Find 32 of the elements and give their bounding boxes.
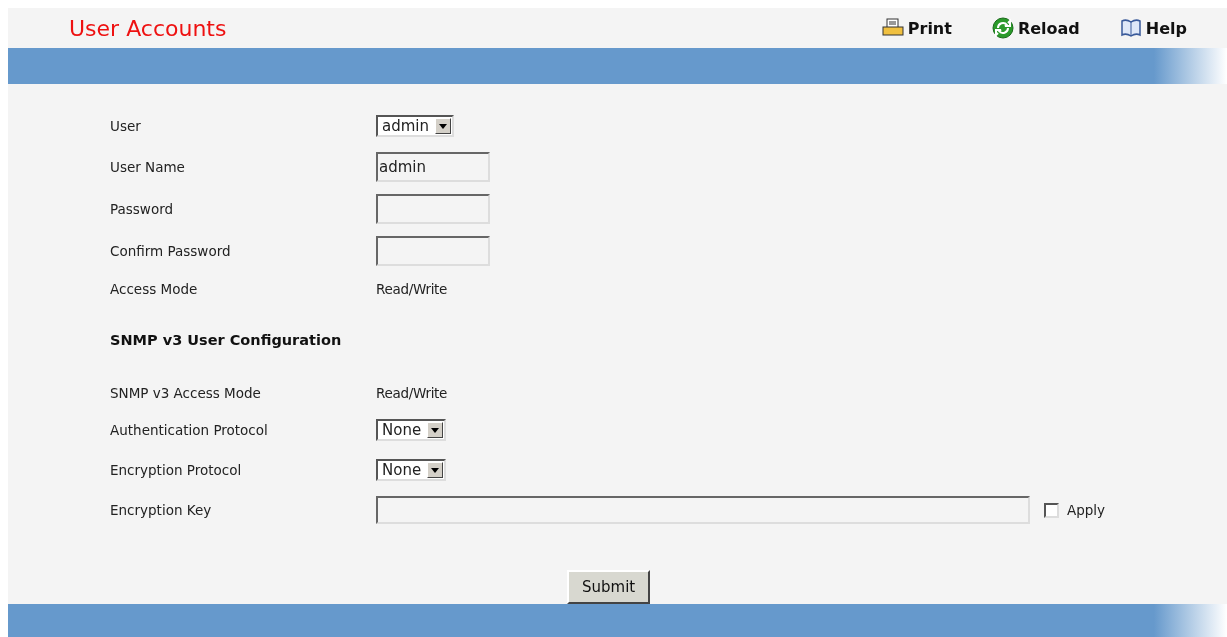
reload-link[interactable]: Reload — [991, 17, 1080, 39]
field-value: Read/Write — [376, 281, 448, 297]
text-field[interactable] — [376, 194, 490, 224]
dropdown[interactable]: None — [376, 459, 447, 481]
printer-icon — [881, 18, 904, 38]
print-link[interactable]: Print — [881, 17, 952, 39]
checkbox-label: Apply — [1067, 502, 1106, 518]
field-value: Read/Write — [376, 385, 448, 401]
field-label: User Name — [110, 159, 186, 175]
refresh-icon — [991, 17, 1014, 39]
book-icon — [1119, 18, 1142, 38]
section-heading: SNMP v3 User Configuration — [110, 332, 343, 348]
field-label: Access Mode — [110, 281, 199, 297]
field-label: Authentication Protocol — [110, 422, 269, 438]
text-field[interactable] — [376, 236, 490, 266]
dropdown[interactable]: admin — [376, 115, 454, 137]
caret-down-icon — [439, 123, 447, 129]
caret-down-icon — [431, 467, 440, 473]
text-field[interactable] — [376, 496, 1030, 524]
field-label: User — [110, 118, 142, 134]
field-label: Password — [110, 201, 175, 217]
page-title: User Accounts — [69, 15, 228, 41]
field-label: SNMP v3 Access Mode — [110, 385, 262, 401]
text-field[interactable]: admin — [376, 152, 490, 182]
submit-button[interactable]: Submit — [567, 570, 651, 604]
field-label: Encryption Key — [110, 502, 213, 518]
help-link[interactable]: Help — [1119, 17, 1187, 39]
checkbox[interactable] — [1044, 502, 1059, 518]
field-label: Encryption Protocol — [110, 462, 243, 478]
caret-down-icon — [431, 427, 440, 433]
field-label: Confirm Password — [110, 243, 232, 259]
dropdown[interactable]: None — [376, 419, 447, 441]
